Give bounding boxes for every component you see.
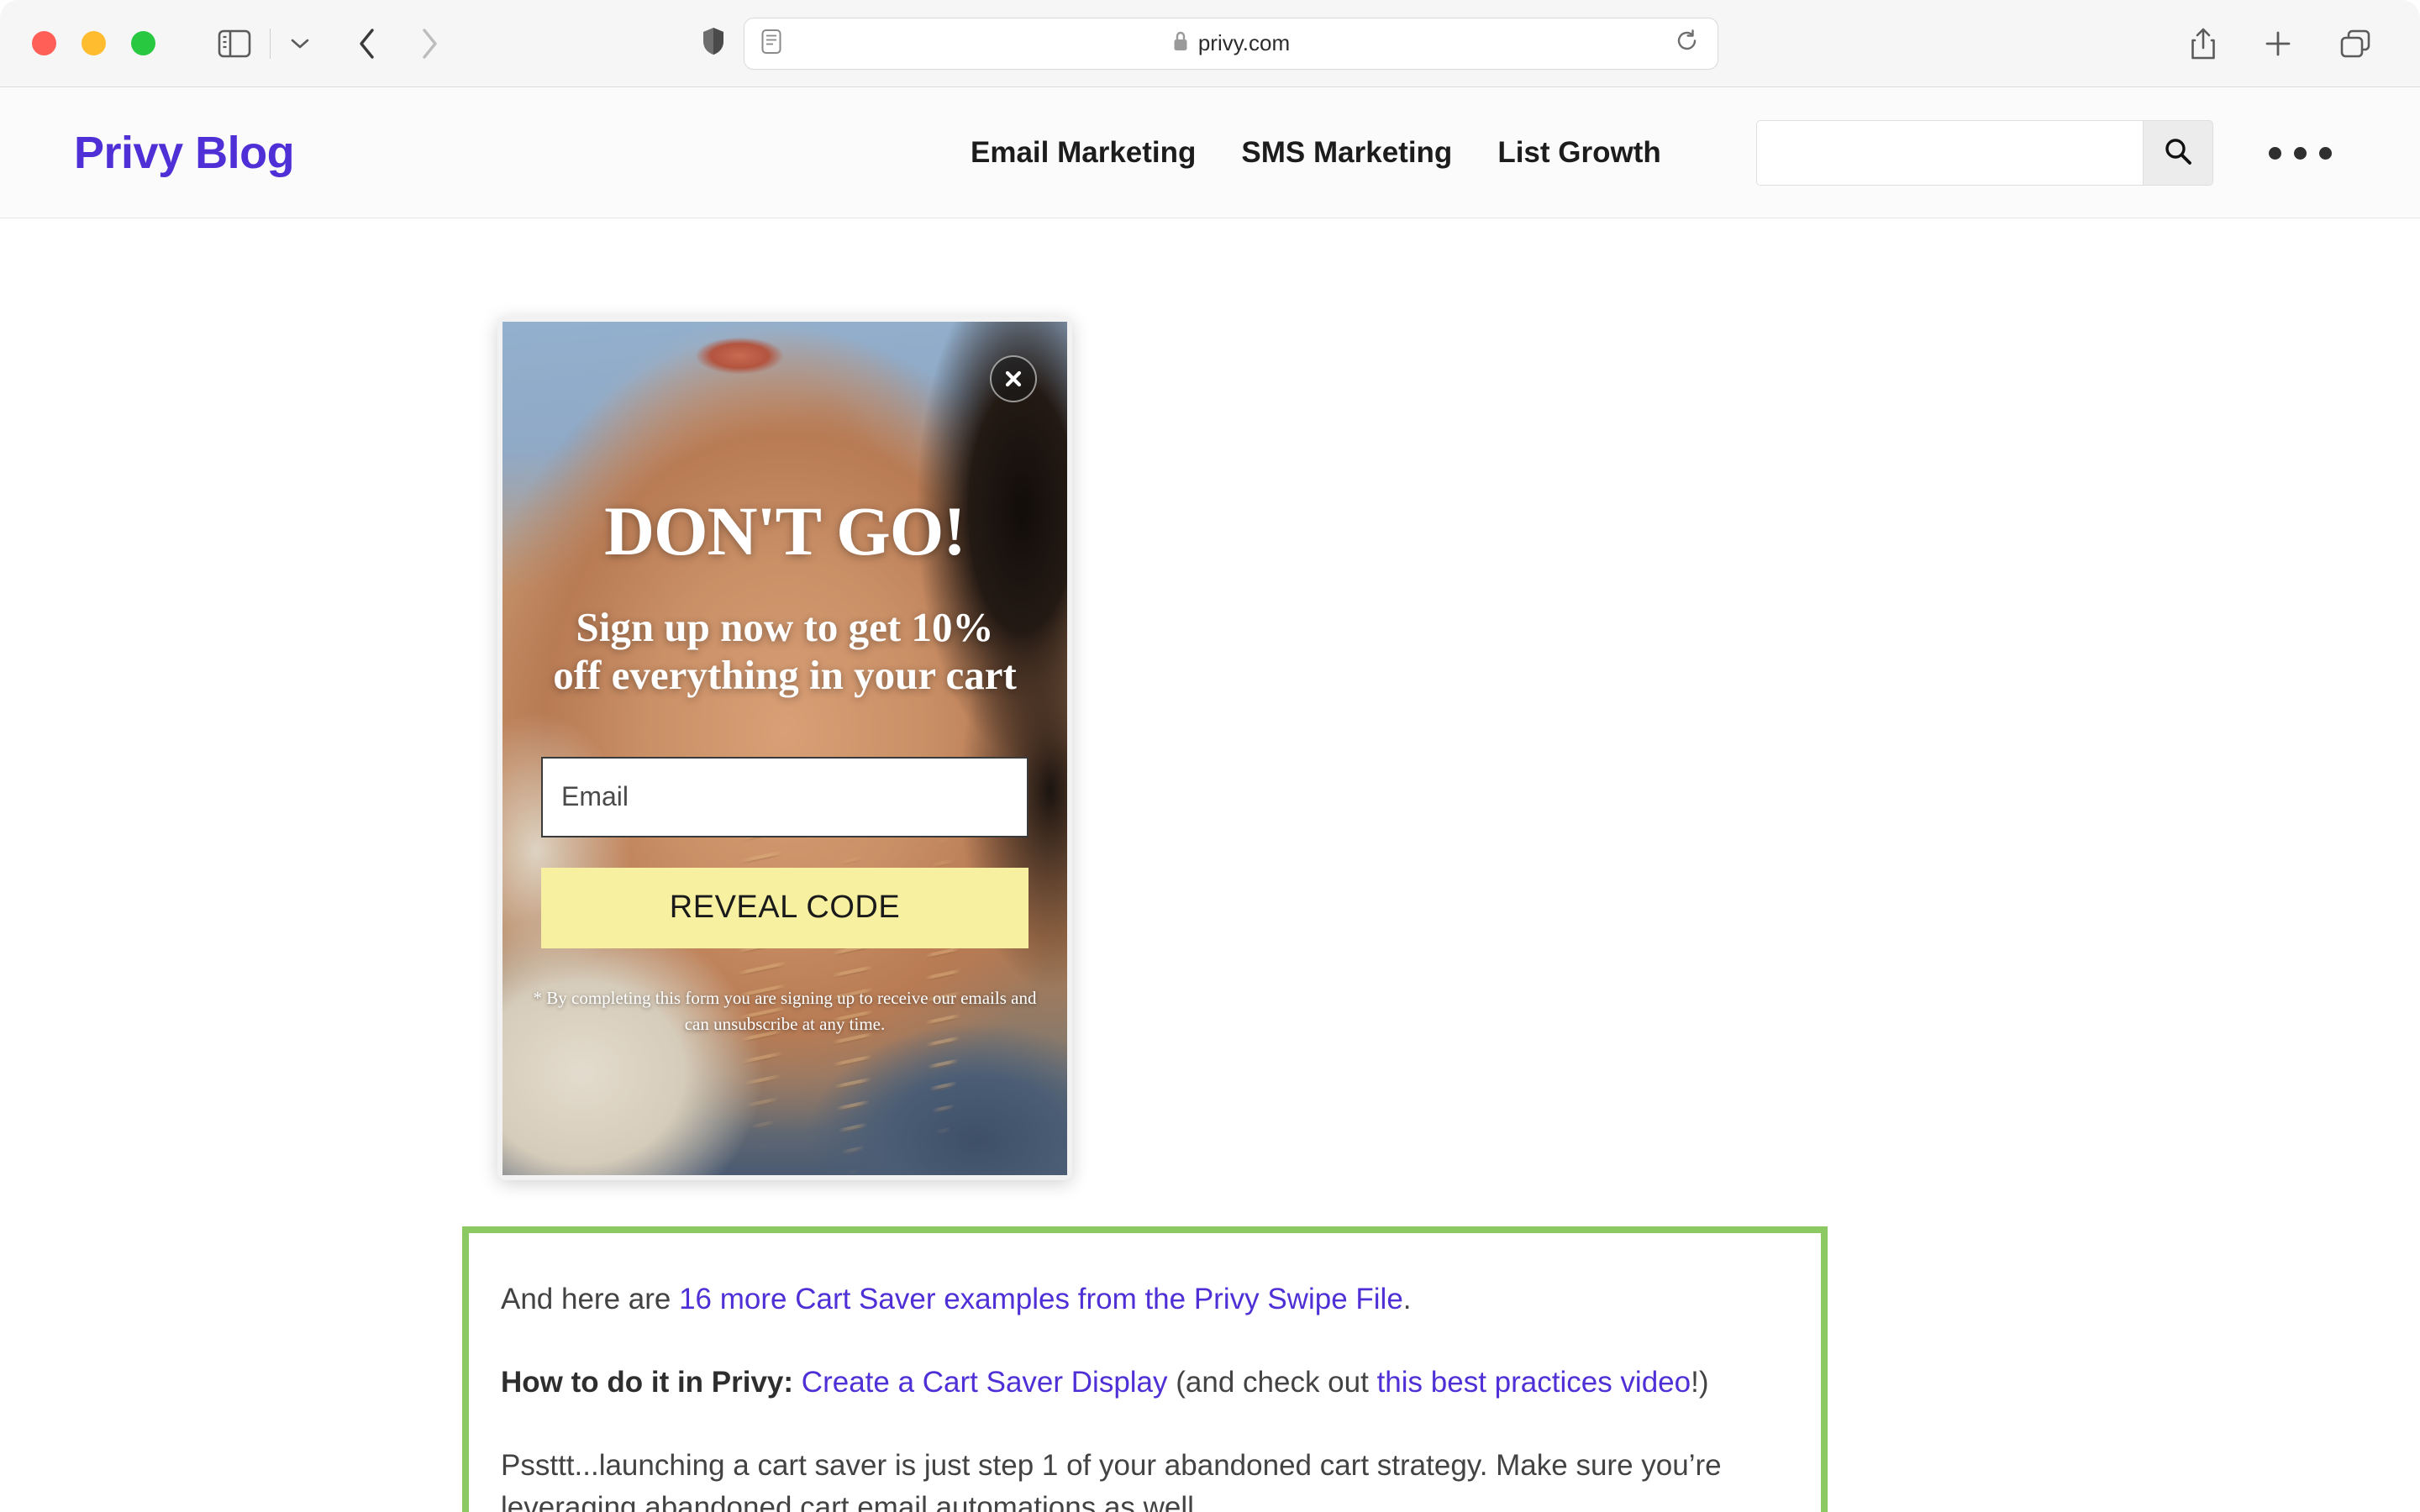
back-arrow-icon[interactable] <box>351 22 383 66</box>
chevron-down-icon[interactable] <box>284 31 316 56</box>
reveal-code-button[interactable]: REVEAL CODE <box>541 867 1028 948</box>
lock-icon <box>1172 30 1189 56</box>
paragraph-2-tail: !) <box>1691 1365 1709 1399</box>
popup-email-input[interactable] <box>541 756 1028 837</box>
site-header: Privy Blog Email Marketing SMS Marketing… <box>0 88 2420 218</box>
maximize-window-button[interactable] <box>131 31 155 55</box>
site-navigation: Email Marketing SMS Marketing List Growt… <box>971 136 1661 170</box>
nav-item-email-marketing[interactable]: Email Marketing <box>971 136 1196 170</box>
url-display[interactable]: privy.com <box>744 30 1718 56</box>
sidebar-toggle-icon[interactable] <box>213 24 256 63</box>
reload-icon[interactable] <box>1676 29 1699 58</box>
how-to-label: How to do it in Privy: <box>501 1365 794 1399</box>
popup-content: DON'T GO! Sign up now to get 10% off eve… <box>502 322 1067 1175</box>
nav-item-list-growth[interactable]: List Growth <box>1497 136 1660 170</box>
share-icon[interactable] <box>2185 22 2222 66</box>
close-x-icon[interactable] <box>990 355 1037 402</box>
plus-icon[interactable] <box>2259 24 2297 63</box>
sidebar-controls <box>213 24 316 63</box>
kebab-dot-3 <box>2319 146 2332 160</box>
paragraph-1-tail: . <box>1402 1283 1412 1315</box>
toolbar-right-actions <box>2185 22 2376 66</box>
kebab-dot-1 <box>2269 146 2281 160</box>
window-controls <box>32 31 155 55</box>
tab-overview-icon[interactable] <box>2334 24 2376 64</box>
kebab-dot-2 <box>2294 146 2307 160</box>
search-button[interactable] <box>2143 120 2213 186</box>
url-text: privy.com <box>1197 30 1291 55</box>
paragraph-2-middle: (and check out <box>1167 1365 1377 1399</box>
paragraph-2-space <box>793 1366 802 1399</box>
site-search <box>1756 120 2213 186</box>
minimize-window-button[interactable] <box>82 31 106 55</box>
reader-view-icon[interactable] <box>761 29 781 58</box>
popup-subheadline: Sign up now to get 10% off everything in… <box>553 604 1017 699</box>
site-logo[interactable]: Privy Blog <box>74 127 295 179</box>
cart-saver-popup-frame: DON'T GO! Sign up now to get 10% off eve… <box>497 317 1072 1180</box>
popup-fine-print: * By completing this form you are signin… <box>533 987 1037 1035</box>
nav-item-sms-marketing[interactable]: SMS Marketing <box>1241 136 1452 170</box>
forward-arrow-icon[interactable] <box>413 22 445 66</box>
privacy-shield-icon[interactable] <box>702 26 725 60</box>
create-cart-saver-link[interactable]: Create a Cart Saver Display <box>802 1366 1168 1399</box>
kebab-menu-icon[interactable] <box>2269 146 2332 160</box>
content-paragraph-1: And here are 16 more Cart Saver examples… <box>501 1278 1789 1321</box>
swipe-file-link[interactable]: 16 more Cart Saver examples from the Pri… <box>679 1283 1403 1315</box>
navigation-arrows <box>351 22 445 66</box>
best-practices-video-link[interactable]: this best practices video <box>1377 1366 1691 1399</box>
page-viewport: Privy Blog Email Marketing SMS Marketing… <box>0 88 2420 1512</box>
close-window-button[interactable] <box>32 31 56 55</box>
paragraph-1-lead: And here are <box>501 1283 680 1315</box>
highlighted-content-box: And here are 16 more Cart Saver examples… <box>462 1226 1828 1512</box>
browser-window: privy.com Privy Blog Email Marketing SMS… <box>0 0 2420 1512</box>
cart-saver-popup: DON'T GO! Sign up now to get 10% off eve… <box>502 322 1067 1175</box>
popup-headline: DON'T GO! <box>604 492 966 570</box>
toolbar-divider <box>270 28 271 59</box>
content-paragraph-3: Pssttt...launching a cart saver is just … <box>501 1448 1722 1512</box>
search-icon <box>2161 135 2195 171</box>
address-bar[interactable]: privy.com <box>744 17 1718 70</box>
search-input[interactable] <box>1756 120 2143 186</box>
browser-toolbar: privy.com <box>0 0 2420 87</box>
content-paragraph-2: How to do it in Privy: Create a Cart Sav… <box>501 1362 1789 1404</box>
